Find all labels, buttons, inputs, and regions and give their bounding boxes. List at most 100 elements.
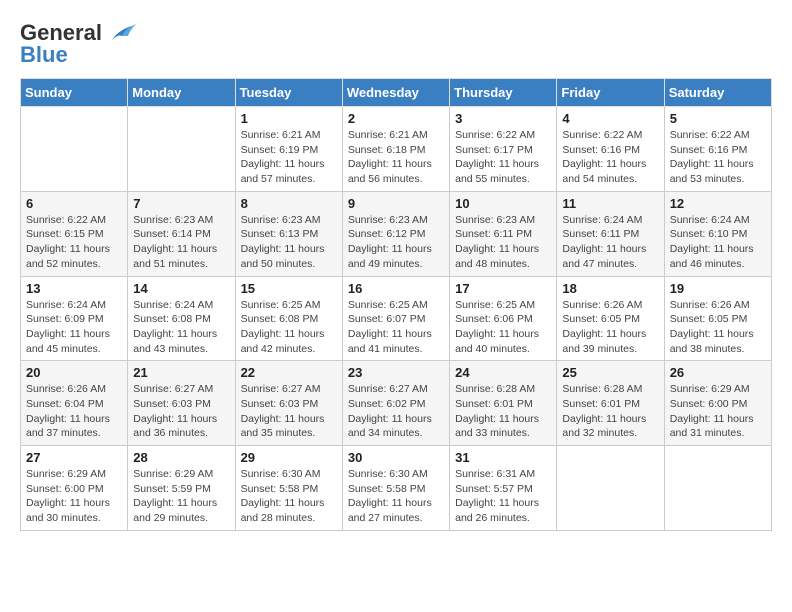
sunrise: Sunrise: 6:29 AM (670, 383, 750, 395)
sunrise: Sunrise: 6:25 AM (241, 299, 321, 311)
sunset: Sunset: 6:01 PM (562, 398, 640, 410)
calendar-day-cell: 22 Sunrise: 6:27 AM Sunset: 6:03 PM Dayl… (235, 361, 342, 446)
day-number: 4 (562, 111, 658, 126)
calendar-day-cell: 19 Sunrise: 6:26 AM Sunset: 6:05 PM Dayl… (664, 276, 771, 361)
calendar-day-cell: 11 Sunrise: 6:24 AM Sunset: 6:11 PM Dayl… (557, 191, 664, 276)
sunset: Sunset: 6:08 PM (241, 313, 319, 325)
day-number: 6 (26, 196, 122, 211)
daylight: Daylight: 11 hours and 29 minutes. (133, 497, 217, 524)
day-info: Sunrise: 6:23 AM Sunset: 6:11 PM Dayligh… (455, 213, 551, 272)
sunrise: Sunrise: 6:28 AM (455, 383, 535, 395)
sunset: Sunset: 6:01 PM (455, 398, 533, 410)
day-info: Sunrise: 6:27 AM Sunset: 6:02 PM Dayligh… (348, 382, 444, 441)
sunrise: Sunrise: 6:26 AM (26, 383, 106, 395)
sunrise: Sunrise: 6:24 AM (562, 214, 642, 226)
calendar-day-cell: 18 Sunrise: 6:26 AM Sunset: 6:05 PM Dayl… (557, 276, 664, 361)
daylight: Daylight: 11 hours and 35 minutes. (241, 413, 325, 440)
daylight: Daylight: 11 hours and 51 minutes. (133, 243, 217, 270)
daylight: Daylight: 11 hours and 26 minutes. (455, 497, 539, 524)
sunset: Sunset: 5:59 PM (133, 483, 211, 495)
sunrise: Sunrise: 6:22 AM (562, 129, 642, 141)
day-number: 22 (241, 365, 337, 380)
calendar-day-cell: 28 Sunrise: 6:29 AM Sunset: 5:59 PM Dayl… (128, 446, 235, 531)
daylight: Daylight: 11 hours and 32 minutes. (562, 413, 646, 440)
page-header: General Blue (20, 20, 772, 68)
daylight: Daylight: 11 hours and 34 minutes. (348, 413, 432, 440)
day-number: 25 (562, 365, 658, 380)
calendar-day-cell: 15 Sunrise: 6:25 AM Sunset: 6:08 PM Dayl… (235, 276, 342, 361)
day-info: Sunrise: 6:27 AM Sunset: 6:03 PM Dayligh… (133, 382, 229, 441)
calendar-day-cell: 25 Sunrise: 6:28 AM Sunset: 6:01 PM Dayl… (557, 361, 664, 446)
day-number: 17 (455, 281, 551, 296)
sunset: Sunset: 6:18 PM (348, 144, 426, 156)
sunrise: Sunrise: 6:24 AM (670, 214, 750, 226)
day-number: 23 (348, 365, 444, 380)
calendar-week-row: 6 Sunrise: 6:22 AM Sunset: 6:15 PM Dayli… (21, 191, 772, 276)
daylight: Daylight: 11 hours and 37 minutes. (26, 413, 110, 440)
day-number: 8 (241, 196, 337, 211)
daylight: Daylight: 11 hours and 28 minutes. (241, 497, 325, 524)
day-number: 26 (670, 365, 766, 380)
weekday-header-cell: Wednesday (342, 79, 449, 107)
calendar-day-cell (128, 107, 235, 192)
day-info: Sunrise: 6:26 AM Sunset: 6:05 PM Dayligh… (670, 298, 766, 357)
calendar-day-cell: 4 Sunrise: 6:22 AM Sunset: 6:16 PM Dayli… (557, 107, 664, 192)
sunset: Sunset: 5:58 PM (241, 483, 319, 495)
daylight: Daylight: 11 hours and 30 minutes. (26, 497, 110, 524)
sunrise: Sunrise: 6:24 AM (133, 299, 213, 311)
sunset: Sunset: 6:04 PM (26, 398, 104, 410)
calendar-week-row: 13 Sunrise: 6:24 AM Sunset: 6:09 PM Dayl… (21, 276, 772, 361)
day-number: 14 (133, 281, 229, 296)
daylight: Daylight: 11 hours and 41 minutes. (348, 328, 432, 355)
day-number: 3 (455, 111, 551, 126)
calendar-day-cell: 14 Sunrise: 6:24 AM Sunset: 6:08 PM Dayl… (128, 276, 235, 361)
daylight: Daylight: 11 hours and 47 minutes. (562, 243, 646, 270)
daylight: Daylight: 11 hours and 50 minutes. (241, 243, 325, 270)
daylight: Daylight: 11 hours and 55 minutes. (455, 158, 539, 185)
day-number: 27 (26, 450, 122, 465)
day-number: 5 (670, 111, 766, 126)
day-info: Sunrise: 6:23 AM Sunset: 6:12 PM Dayligh… (348, 213, 444, 272)
sunset: Sunset: 6:08 PM (133, 313, 211, 325)
daylight: Daylight: 11 hours and 57 minutes. (241, 158, 325, 185)
calendar-week-row: 20 Sunrise: 6:26 AM Sunset: 6:04 PM Dayl… (21, 361, 772, 446)
day-info: Sunrise: 6:23 AM Sunset: 6:14 PM Dayligh… (133, 213, 229, 272)
day-info: Sunrise: 6:22 AM Sunset: 6:16 PM Dayligh… (562, 128, 658, 187)
day-info: Sunrise: 6:22 AM Sunset: 6:15 PM Dayligh… (26, 213, 122, 272)
day-number: 16 (348, 281, 444, 296)
sunset: Sunset: 6:12 PM (348, 228, 426, 240)
daylight: Daylight: 11 hours and 56 minutes. (348, 158, 432, 185)
calendar-day-cell (557, 446, 664, 531)
daylight: Daylight: 11 hours and 46 minutes. (670, 243, 754, 270)
day-number: 19 (670, 281, 766, 296)
sunset: Sunset: 6:11 PM (455, 228, 532, 240)
day-number: 15 (241, 281, 337, 296)
sunrise: Sunrise: 6:30 AM (348, 468, 428, 480)
day-info: Sunrise: 6:23 AM Sunset: 6:13 PM Dayligh… (241, 213, 337, 272)
day-info: Sunrise: 6:27 AM Sunset: 6:03 PM Dayligh… (241, 382, 337, 441)
daylight: Daylight: 11 hours and 27 minutes. (348, 497, 432, 524)
sunrise: Sunrise: 6:27 AM (241, 383, 321, 395)
sunset: Sunset: 5:57 PM (455, 483, 533, 495)
daylight: Daylight: 11 hours and 53 minutes. (670, 158, 754, 185)
calendar-week-row: 1 Sunrise: 6:21 AM Sunset: 6:19 PM Dayli… (21, 107, 772, 192)
sunrise: Sunrise: 6:30 AM (241, 468, 321, 480)
calendar-day-cell: 31 Sunrise: 6:31 AM Sunset: 5:57 PM Dayl… (450, 446, 557, 531)
day-info: Sunrise: 6:26 AM Sunset: 6:04 PM Dayligh… (26, 382, 122, 441)
calendar-day-cell: 12 Sunrise: 6:24 AM Sunset: 6:10 PM Dayl… (664, 191, 771, 276)
sunrise: Sunrise: 6:21 AM (241, 129, 321, 141)
calendar-day-cell: 17 Sunrise: 6:25 AM Sunset: 6:06 PM Dayl… (450, 276, 557, 361)
daylight: Daylight: 11 hours and 42 minutes. (241, 328, 325, 355)
calendar-day-cell: 2 Sunrise: 6:21 AM Sunset: 6:18 PM Dayli… (342, 107, 449, 192)
daylight: Daylight: 11 hours and 48 minutes. (455, 243, 539, 270)
weekday-header-cell: Monday (128, 79, 235, 107)
sunrise: Sunrise: 6:29 AM (26, 468, 106, 480)
calendar-day-cell: 23 Sunrise: 6:27 AM Sunset: 6:02 PM Dayl… (342, 361, 449, 446)
sunset: Sunset: 6:14 PM (133, 228, 211, 240)
day-number: 11 (562, 196, 658, 211)
calendar-day-cell (664, 446, 771, 531)
weekday-header-row: SundayMondayTuesdayWednesdayThursdayFrid… (21, 79, 772, 107)
weekday-header-cell: Thursday (450, 79, 557, 107)
day-number: 13 (26, 281, 122, 296)
daylight: Daylight: 11 hours and 49 minutes. (348, 243, 432, 270)
